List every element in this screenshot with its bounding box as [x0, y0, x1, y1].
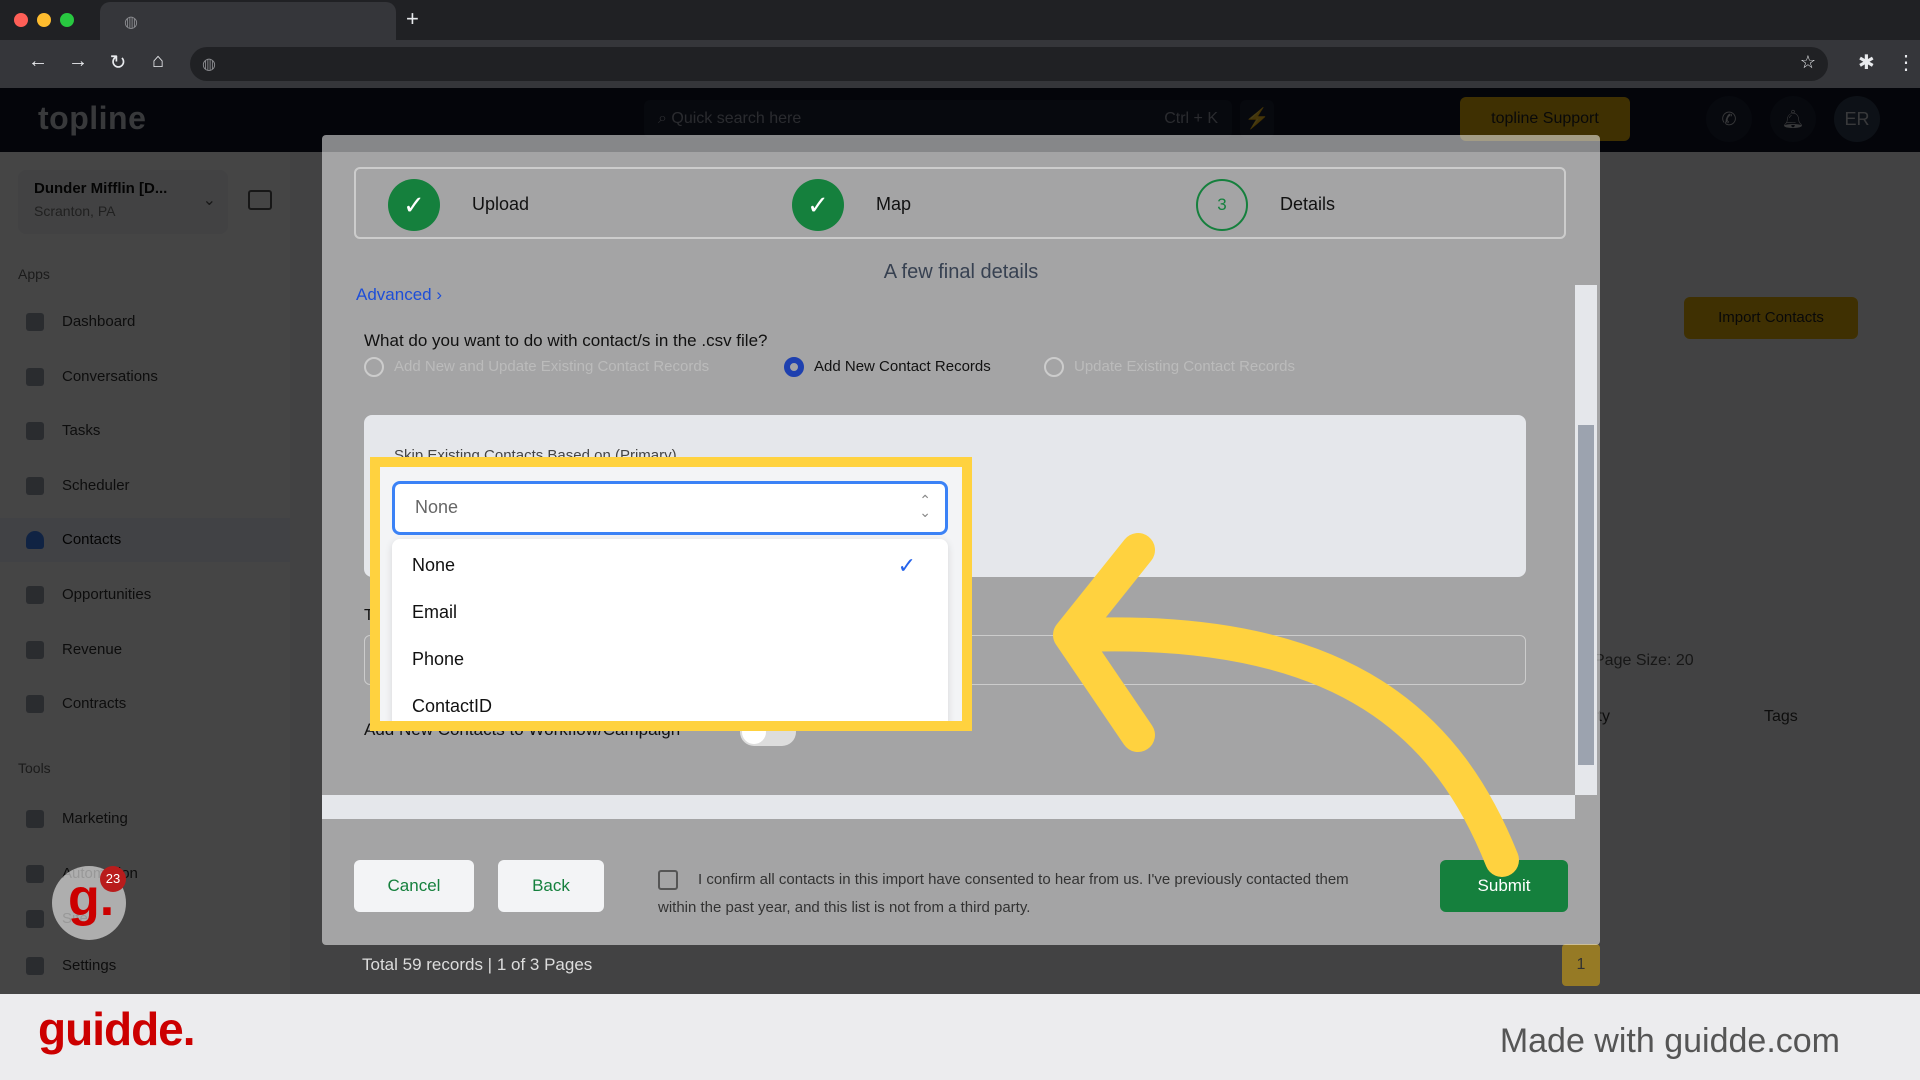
option-phone[interactable]: Phone: [412, 649, 464, 670]
extensions-icon[interactable]: ✱: [1858, 50, 1875, 75]
radio-circle: [784, 357, 804, 377]
page-1-button[interactable]: 1: [1562, 944, 1600, 986]
guidde-badge: 23: [100, 866, 126, 892]
star-icon[interactable]: ☆: [1800, 52, 1816, 73]
menu-icon[interactable]: ⋮: [1896, 50, 1916, 75]
section-heading: A few final details: [883, 261, 1039, 283]
step-label: Upload: [472, 194, 530, 214]
consent-checkbox[interactable]: [658, 870, 678, 890]
check-icon: ✓: [897, 553, 916, 578]
radio-add-new[interactable]: Add New Contact Records: [784, 357, 991, 377]
close-window-button[interactable]: [14, 13, 28, 27]
check-icon: ✓: [792, 179, 844, 231]
step-number: 3: [1196, 179, 1248, 231]
back-arrow-icon[interactable]: ←: [24, 50, 52, 73]
updown-chevron-icon: ⌃ ⌄: [919, 492, 931, 520]
check-icon: ✓: [388, 179, 440, 231]
highlight-frame: None ⌃ ⌄ None ✓ Email Phone ContactID: [370, 457, 972, 731]
select-value: None: [415, 497, 459, 517]
radio-label: Update Existing Contact Records: [1074, 357, 1295, 375]
reload-icon[interactable]: ↻: [104, 50, 132, 75]
option-email[interactable]: Email: [412, 602, 457, 623]
new-tab-button[interactable]: +: [406, 6, 419, 32]
stepper: ✓ Upload ✓ Map 3 Details: [354, 167, 1566, 239]
radio-update-existing[interactable]: Update Existing Contact Records: [1044, 357, 1295, 377]
minimize-window-button[interactable]: [37, 13, 51, 27]
chevron-right-icon: ›: [436, 285, 443, 304]
advanced-label: Advanced: [356, 285, 432, 304]
browser-tab[interactable]: ◍: [100, 2, 396, 40]
select-dropdown-list: None ✓ Email Phone ContactID: [392, 539, 948, 721]
browser-tab-bar: ◍ +: [0, 0, 1920, 40]
radio-circle: [1044, 357, 1064, 377]
import-action-question: What do you want to do with contact/s in…: [364, 331, 768, 350]
home-icon[interactable]: ⌂: [144, 50, 172, 73]
advanced-link[interactable]: Advanced ›: [356, 285, 442, 305]
option-contactid[interactable]: ContactID: [412, 696, 492, 717]
vertical-scrollbar[interactable]: [1575, 285, 1597, 795]
radio-label: Add New Contact Records: [814, 357, 991, 375]
step-label: Map: [876, 194, 912, 214]
step-label: Details: [1280, 194, 1336, 214]
guidde-brand: guidde.: [38, 1003, 196, 1055]
guidde-footer: guidde. Made with guidde.com: [0, 994, 1920, 1080]
skip-existing-select[interactable]: None ⌃ ⌄: [392, 481, 948, 535]
radio-circle: [364, 357, 384, 377]
globe-icon: ◍: [202, 56, 216, 73]
radio-label: Add New and Update Existing Contact Reco…: [394, 357, 710, 375]
address-bar[interactable]: ◍ ☆: [190, 47, 1828, 81]
total-records: Total 59 records: [362, 955, 483, 974]
cancel-button[interactable]: Cancel: [354, 860, 474, 912]
pagination-summary: Total 59 records | 1 of 3 Pages: [362, 955, 593, 974]
made-with-guidde: Made with guidde.com: [1499, 1022, 1840, 1060]
option-none[interactable]: None: [412, 555, 455, 576]
maximize-window-button[interactable]: [60, 13, 74, 27]
browser-toolbar: ← → ↻ ⌂ ◍ ☆ ✱ ⋮: [0, 40, 1920, 88]
forward-arrow-icon[interactable]: →: [64, 50, 92, 73]
guidde-arrow-annotation: [1053, 533, 1519, 877]
back-button[interactable]: Back: [498, 860, 604, 912]
radio-add-and-update[interactable]: Add New and Update Existing Contact Reco…: [364, 357, 709, 377]
scrollbar-thumb[interactable]: [1578, 425, 1594, 765]
page-count: 1 of 3 Pages: [496, 955, 593, 974]
globe-icon: ◍: [124, 14, 138, 31]
